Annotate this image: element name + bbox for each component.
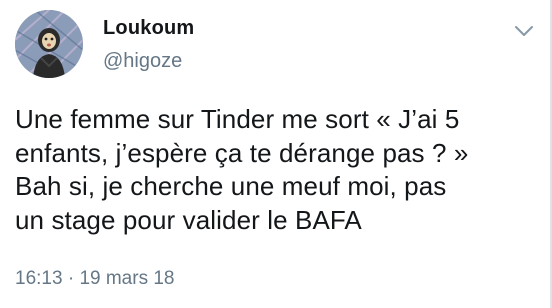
tweet-timestamp[interactable]: 16:13 · 19 mars 18 (15, 268, 174, 290)
author-display-name[interactable]: Loukoum (103, 17, 194, 40)
tweet-card: Loukoum @higoze Une femme sur Tinder me … (0, 0, 552, 308)
timestamp-separator: · (67, 268, 75, 289)
avatar-image (15, 10, 83, 78)
tweet-text: Une femme sur Tinder me sort « J’ai 5 en… (15, 104, 469, 235)
chevron-down-icon[interactable] (514, 24, 534, 38)
tweet-time: 16:13 (15, 268, 63, 289)
tweet-date: 19 mars 18 (79, 268, 175, 289)
avatar[interactable] (15, 10, 83, 78)
author-handle[interactable]: @higoze (103, 50, 182, 73)
